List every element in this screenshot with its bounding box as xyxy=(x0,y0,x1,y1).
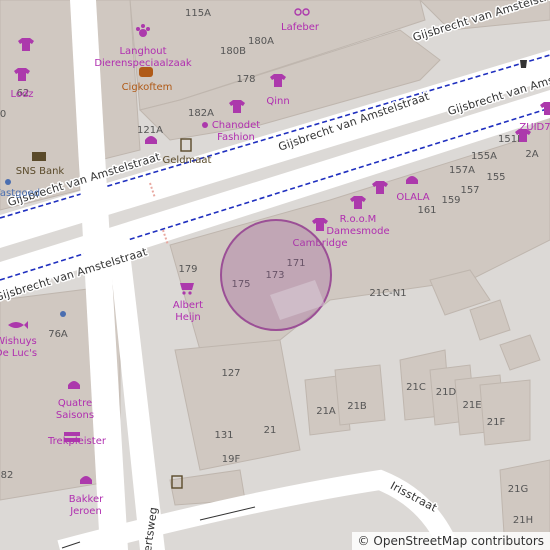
poi-label-lodz: Lodz xyxy=(10,89,33,100)
poi-label-olala: OLALA xyxy=(396,192,429,203)
office-dot-icon xyxy=(60,311,66,317)
house-number: 19F xyxy=(222,454,241,465)
poi-label-lafeber: Lafeber xyxy=(281,22,320,33)
house-number: 21C-N1 xyxy=(369,288,406,299)
poi-label-cigkofte: Cigkoftem xyxy=(122,82,173,93)
house-number: 0 xyxy=(0,109,6,120)
house-number: 155 xyxy=(486,172,505,183)
pet-shop-icon xyxy=(146,27,150,31)
house-number: 161 xyxy=(417,205,436,216)
house-number: 127 xyxy=(221,368,240,379)
poi-label-albert: Albert xyxy=(173,300,203,311)
poi-label-wishuys-2: De Luc's xyxy=(0,348,37,359)
pet-shop-icon xyxy=(136,27,140,31)
house-number: 21F xyxy=(487,417,506,428)
poi-label-wishuys: Wishuys xyxy=(0,336,37,347)
house-number: 155A xyxy=(471,151,497,162)
house-number: 157 xyxy=(460,185,479,196)
house-number: 115A xyxy=(185,8,211,19)
poi-label-sns: SNS Bank xyxy=(16,166,65,177)
house-number: 21G xyxy=(508,484,528,495)
map-view[interactable]: Gijsbrecht van Amstelstraat Gijsbrecht v… xyxy=(0,0,550,550)
poi-label-vastgoed: Vastgoed xyxy=(0,188,40,199)
poi-label-geldmaat: Geldmaat xyxy=(163,155,212,166)
poi-label-quatre: Quatre xyxy=(58,398,92,409)
waste-basket-icon xyxy=(520,60,527,68)
house-number: 157A xyxy=(449,165,475,176)
house-number: 76A xyxy=(48,329,68,340)
poi-label-chanodet: Chanodet xyxy=(212,120,260,131)
shop-dot-icon xyxy=(202,122,208,128)
copyright-symbol: © xyxy=(357,534,370,548)
house-number: 82 xyxy=(1,470,14,481)
house-number: 121A xyxy=(137,125,163,136)
house-number: 159 xyxy=(441,195,460,206)
house-number: 131 xyxy=(214,430,233,441)
house-number: 21E xyxy=(462,400,481,411)
house-number: 21C xyxy=(406,382,426,393)
poi-label-qinn: Qinn xyxy=(266,96,289,107)
house-number: 21A xyxy=(316,406,336,417)
house-number: 21B xyxy=(347,401,367,412)
pet-shop-icon xyxy=(141,24,145,28)
poi-label-bakker: Bakker xyxy=(69,494,104,505)
poi-label-langhout: Langhout xyxy=(119,46,166,57)
poi-label-quatre-2: Saisons xyxy=(56,410,94,421)
office-dot-icon xyxy=(5,179,11,185)
poi-label-bakker-2: Jeroen xyxy=(69,506,102,517)
map-canvas[interactable]: Gijsbrecht van Amstelstraat Gijsbrecht v… xyxy=(0,0,550,550)
house-number: 21 xyxy=(264,425,277,436)
house-number: 21D xyxy=(436,387,457,398)
poi-label-chanodet-2: Fashion xyxy=(217,132,255,143)
map-attribution[interactable]: © OpenStreetMap contributors xyxy=(351,532,550,550)
bank-icon xyxy=(32,152,46,161)
poi-label-trekpleister: Trekpleister xyxy=(47,436,107,447)
poi-label-langhout-2: Dierenspeciaalzaak xyxy=(94,58,192,69)
attribution-text[interactable]: OpenStreetMap contributors xyxy=(373,534,544,548)
house-number: 178 xyxy=(236,74,255,85)
house-number: 180B xyxy=(220,46,246,57)
poi-label-room-2: Damesmode xyxy=(326,226,389,237)
pet-shop-icon xyxy=(139,29,147,37)
poi-label-zuid: ZUID7 xyxy=(519,122,550,133)
poi-label-albert-2: Heijn xyxy=(175,312,201,323)
location-highlight-circle[interactable] xyxy=(220,219,332,331)
house-number: 21H xyxy=(513,515,533,526)
poi-label-room: R.o.o.M xyxy=(340,214,377,225)
supermarket-icon xyxy=(180,283,194,290)
house-number: 182A xyxy=(188,108,214,119)
house-number: 180A xyxy=(248,36,274,47)
house-number: 2A xyxy=(525,149,538,160)
house-number: 179 xyxy=(178,264,197,275)
